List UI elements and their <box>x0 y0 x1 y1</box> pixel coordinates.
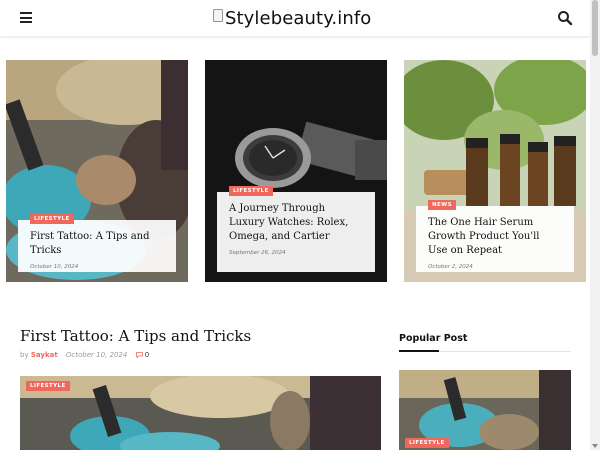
hamburger-menu-icon[interactable] <box>20 12 32 23</box>
hero-card-caption: LIFESTYLE A Journey Through Luxury Watch… <box>217 186 375 272</box>
by-label: by <box>20 351 29 359</box>
site-header: Stylebeauty.info <box>0 0 590 36</box>
page-scrollbar[interactable] <box>590 0 600 450</box>
article-meta: by Saykat October 10, 2024 0 <box>20 351 149 359</box>
category-badge[interactable]: NEWS <box>428 200 456 210</box>
hero-card-title[interactable]: A Journey Through Luxury Watches: Rolex,… <box>229 202 363 244</box>
sidebar-divider-accent <box>399 350 439 352</box>
tattoo-featured-image <box>20 376 381 450</box>
article-date: October 10, 2024 <box>65 351 128 359</box>
hero-card-serum[interactable]: NEWS The One Hair Serum Growth Product Y… <box>404 60 586 282</box>
hero-card-watch[interactable]: LIFESTYLE A Journey Through Luxury Watch… <box>205 60 387 282</box>
comment-count: 0 <box>144 351 150 359</box>
hero-card-date: October 10, 2024 <box>30 264 79 270</box>
comment-icon <box>135 352 143 359</box>
hero-card-date: October 2, 2024 <box>428 264 473 270</box>
hero-card-date: September 26, 2024 <box>229 250 286 256</box>
comments-link[interactable]: 0 <box>135 351 150 359</box>
scroll-down-arrow-icon[interactable] <box>592 444 598 448</box>
popular-post-image[interactable]: LIFESTYLE <box>399 370 571 450</box>
hero-card-title[interactable]: First Tattoo: A Tips and Tricks <box>30 230 164 258</box>
category-badge[interactable]: LIFESTYLE <box>229 186 273 196</box>
site-logo[interactable]: Stylebeauty.info <box>213 7 371 29</box>
hero-card-caption: LIFESTYLE First Tattoo: A Tips and Trick… <box>18 214 176 272</box>
popular-post-heading: Popular Post <box>399 333 468 344</box>
category-badge[interactable]: LIFESTYLE <box>26 381 70 391</box>
author-link[interactable]: Saykat <box>31 351 58 359</box>
scrollbar-thumb[interactable] <box>592 0 598 56</box>
hero-card-caption: NEWS The One Hair Serum Growth Product Y… <box>416 200 574 272</box>
category-badge[interactable]: LIFESTYLE <box>405 438 449 448</box>
search-icon[interactable] <box>557 10 573 26</box>
article-featured-image[interactable]: LIFESTYLE <box>20 376 381 450</box>
category-badge[interactable]: LIFESTYLE <box>30 214 74 224</box>
article-title[interactable]: First Tattoo: A Tips and Tricks <box>20 327 251 345</box>
logo-text: Stylebeauty.info <box>225 7 372 29</box>
broken-image-icon <box>213 8 223 22</box>
hero-card-tattoo[interactable]: LIFESTYLE First Tattoo: A Tips and Trick… <box>6 60 188 282</box>
hero-card-title[interactable]: The One Hair Serum Growth Product You'll… <box>428 216 562 258</box>
